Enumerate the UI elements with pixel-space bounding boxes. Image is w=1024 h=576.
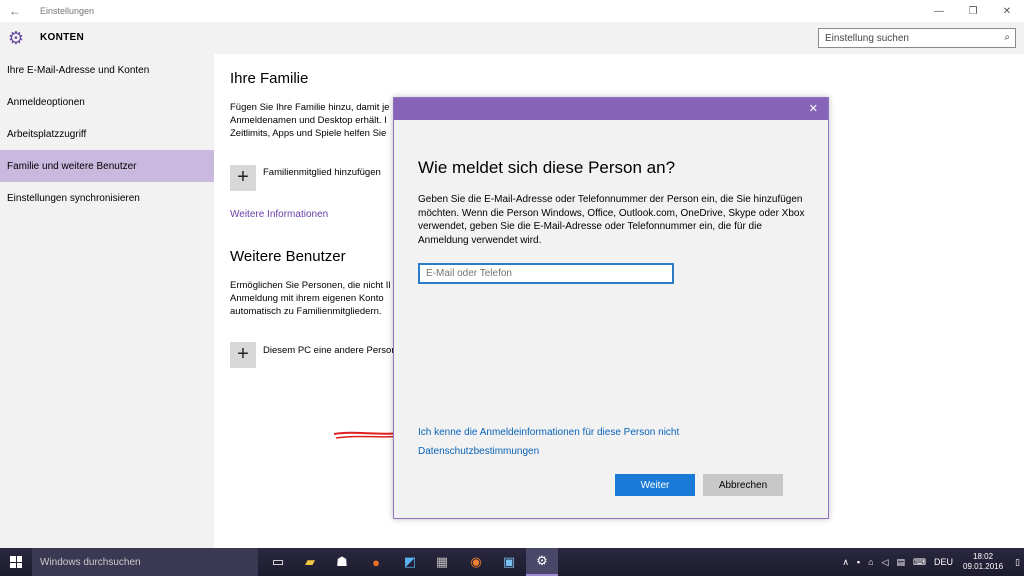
sidebar-item-label: Ihre E-Mail-Adresse und Konten <box>7 64 150 76</box>
more-info-link[interactable]: Weitere Informationen <box>230 209 328 220</box>
sidebar-item-label: Anmeldeoptionen <box>7 96 85 108</box>
sidebar: Ihre E-Mail-Adresse und Konten Anmeldeop… <box>0 54 214 548</box>
search-icon[interactable]: ⌕ <box>1004 32 1010 43</box>
dialog-description: Geben Sie die E-Mail-Adresse oder Telefo… <box>418 194 805 246</box>
app-window-icon[interactable]: ▣ <box>493 548 525 576</box>
next-button[interactable]: Weiter <box>615 474 695 496</box>
sidebar-item-family-users[interactable]: Familie und weitere Benutzer <box>0 150 214 182</box>
other-users-heading: Weitere Benutzer <box>230 248 346 265</box>
others-text-line: Ermöglichen Sie Personen, die nicht Il <box>230 280 391 291</box>
file-explorer-icon[interactable]: ▰ <box>294 548 326 576</box>
add-family-member-button[interactable]: + <box>230 165 256 191</box>
privacy-link[interactable]: Datenschutzbestimmungen <box>418 446 539 457</box>
family-text-line: Anmeldenamen und Desktop erhält. I <box>230 115 387 126</box>
volume-icon[interactable]: ◁ <box>882 557 889 568</box>
family-text-line: Zeitlimits, Apps und Spiele helfen Sie <box>230 128 387 139</box>
taskbar-search-input[interactable]: Windows durchsuchen <box>32 548 258 576</box>
notifications-icon[interactable]: ▯ <box>1015 557 1020 568</box>
sidebar-item-sign-in-options[interactable]: Anmeldeoptionen <box>0 86 214 118</box>
sidebar-item-label: Familie und weitere Benutzer <box>7 160 137 172</box>
network-icon[interactable]: ⌂ <box>868 557 873 567</box>
others-text-line: Anmeldung mit ihrem eigenen Konto <box>230 293 384 304</box>
task-view-icon[interactable]: ▭ <box>262 548 294 576</box>
message-icon[interactable]: ▤ <box>896 557 905 568</box>
taskbar-search-placeholder: Windows durchsuchen <box>40 556 141 568</box>
page-title: KONTEN <box>40 32 85 43</box>
close-button[interactable]: ✕ <box>990 0 1024 22</box>
add-other-person-button[interactable]: + <box>230 342 256 368</box>
app-blue-icon[interactable]: ◩ <box>394 548 426 576</box>
add-person-dialog: ✕ Wie meldet sich diese Person an? Geben… <box>393 97 829 519</box>
family-heading: Ihre Familie <box>230 70 309 87</box>
add-other-person-label[interactable]: Diesem PC eine andere Person <box>263 345 397 356</box>
taskbar: Windows durchsuchen ▭ ▰ ☗ ● ◩ ▦ ◉ ▣ ⚙ ∧ … <box>0 548 1024 576</box>
chevron-up-icon[interactable]: ∧ <box>842 557 849 568</box>
clock-date: 09.01.2016 <box>963 562 1004 571</box>
clock[interactable]: 18:02 09.01.2016 <box>963 552 1003 572</box>
family-description: Fügen Sie Ihre Familie hinzu, damit je A… <box>230 101 400 140</box>
system-tray: ∧ ▪ ⌂ ◁ ▤ ⌨ DEU 18:02 09.01.2016 ▯ <box>838 548 1024 576</box>
search-placeholder: Einstellung suchen <box>825 33 909 44</box>
cancel-button[interactable]: Abbrechen <box>703 474 783 496</box>
tray-app-icon[interactable]: ▪ <box>857 557 860 567</box>
plus-icon: + <box>237 343 249 365</box>
start-button[interactable] <box>0 548 32 576</box>
sidebar-item-sync-settings[interactable]: Einstellungen synchronisieren <box>0 182 214 214</box>
other-users-description: Ermöglichen Sie Personen, die nicht Il A… <box>230 279 400 318</box>
others-text-line: automatisch zu Familienmitgliedern. <box>230 306 382 317</box>
minimize-button[interactable]: — <box>922 0 956 22</box>
plus-icon: + <box>237 166 249 188</box>
no-sign-in-info-link[interactable]: Ich kenne die Anmeldeinformationen für d… <box>418 427 679 438</box>
dialog-title-bar: ✕ <box>394 98 828 120</box>
maximize-button[interactable]: ❐ <box>956 0 990 22</box>
language-indicator[interactable]: DEU <box>934 557 953 567</box>
sidebar-item-label: Einstellungen synchronisieren <box>7 192 140 204</box>
window-controls: — ❐ ✕ <box>922 0 1024 22</box>
title-bar: ← Einstellungen — ❐ ✕ <box>0 0 1024 22</box>
dialog-close-icon[interactable]: ✕ <box>809 102 818 115</box>
email-phone-input[interactable] <box>418 263 674 284</box>
sidebar-item-email-accounts[interactable]: Ihre E-Mail-Adresse und Konten <box>0 54 214 86</box>
settings-header: ⚙ KONTEN Einstellung suchen ⌕ <box>0 22 1024 54</box>
keyboard-icon[interactable]: ⌨ <box>913 557 926 568</box>
firefox-icon[interactable]: ◉ <box>460 548 492 576</box>
clock-time: 18:02 <box>973 552 994 561</box>
app-orange-icon[interactable]: ● <box>360 548 392 576</box>
family-text-line: Fügen Sie Ihre Familie hinzu, damit je <box>230 102 390 113</box>
back-arrow-icon[interactable]: ← <box>0 0 30 22</box>
windows-logo-icon <box>10 556 22 568</box>
settings-taskbar-gear-icon[interactable]: ⚙ <box>526 548 558 576</box>
window-title: Einstellungen <box>40 6 95 16</box>
app-fox-icon[interactable]: ☗ <box>326 548 358 576</box>
dialog-heading: Wie meldet sich diese Person an? <box>418 158 676 177</box>
sidebar-item-label: Arbeitsplatzzugriff <box>7 128 87 140</box>
settings-search-input[interactable]: Einstellung suchen ⌕ <box>818 28 1016 48</box>
app-grid-icon[interactable]: ▦ <box>426 548 458 576</box>
gear-icon: ⚙ <box>7 28 25 48</box>
sidebar-item-work-access[interactable]: Arbeitsplatzzugriff <box>0 118 214 150</box>
add-family-member-label[interactable]: Familienmitglied hinzufügen <box>263 167 381 178</box>
